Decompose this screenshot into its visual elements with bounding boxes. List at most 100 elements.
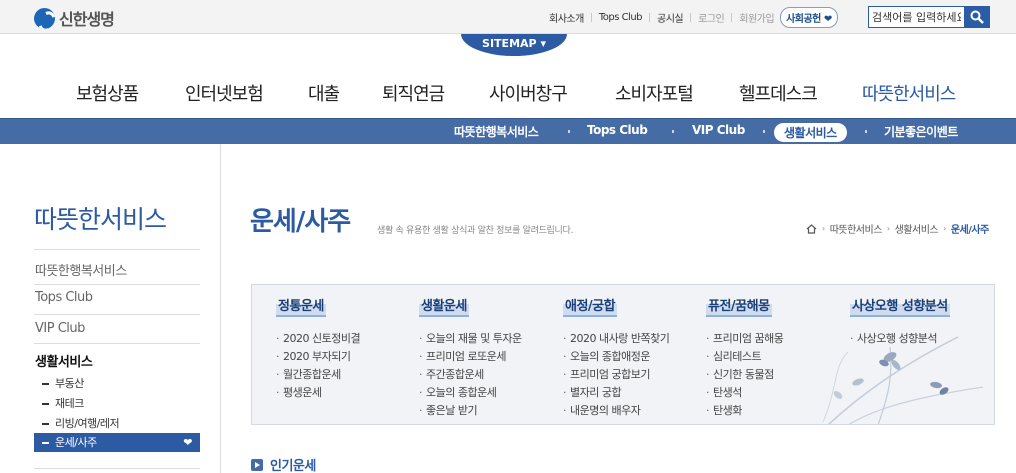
- dash-icon: [42, 423, 49, 425]
- divider: [568, 130, 570, 133]
- category-link[interactable]: 탄생화: [706, 402, 783, 420]
- gnb-item-internet-insurance[interactable]: 인터넷보험: [185, 80, 264, 106]
- lnb-divider: [34, 314, 200, 315]
- home-icon[interactable]: [806, 223, 817, 234]
- category-column: 퓨전/꿈해몽 프리미엄 꿈해몽 심리테스트 신기한 동물점 탄생석 탄생화: [706, 295, 784, 420]
- subnav-item-vip-club[interactable]: VIP Club: [692, 123, 745, 137]
- category-link[interactable]: 사상오행 성향분석: [850, 330, 950, 348]
- sub-navigation: 따뜻한행복서비스 Tops Club VIP Club 생활서비스 기분좋은이벤…: [0, 118, 1016, 144]
- lnb-sub-real-estate[interactable]: 부동산: [42, 375, 84, 391]
- category-link[interactable]: 프리미엄 꿈해몽: [706, 330, 784, 348]
- social-contribution-button[interactable]: 사회공헌 ❤: [780, 6, 838, 28]
- gnb-item-cyber-counter[interactable]: 사이버창구: [489, 80, 568, 106]
- gnb-item-help-desk[interactable]: 헬프데스크: [739, 80, 818, 106]
- lnb-title: 따뜻한서비스: [34, 205, 167, 234]
- chevron-right-icon: ›: [886, 224, 890, 233]
- subnav-item-life-service[interactable]: 생활서비스: [774, 123, 847, 142]
- search-input[interactable]: [868, 6, 965, 28]
- lnb-sub-label: 리빙/여행/레저: [55, 417, 120, 430]
- category-column: 애정/궁합 2020 내사랑 반쪽찾기 오늘의 종합애정운 프리미엄 궁합보기 …: [563, 295, 670, 420]
- category-title: 애정/궁합: [563, 295, 618, 317]
- breadcrumb-item[interactable]: 따뜻한서비스: [830, 221, 883, 236]
- dash-icon: [42, 383, 49, 385]
- category-column: 정통운세 2020 신토정비결 2020 부자되기 월간종합운세 평생운세: [276, 295, 361, 402]
- category-link[interactable]: 프리미엄 궁합보기: [563, 366, 669, 384]
- category-column: 사상오행 성향분석 사상오행 성향분석: [850, 295, 950, 348]
- util-link-company[interactable]: 회사소개: [549, 10, 584, 25]
- heart-icon: ❤: [823, 13, 832, 25]
- gnb-item-insurance[interactable]: 보험상품: [76, 80, 139, 106]
- popular-label: 인기운세: [270, 459, 316, 473]
- page-title: 운세/사주: [250, 207, 351, 237]
- shinhan-logo-icon: [34, 7, 55, 29]
- dash-icon: [42, 403, 49, 405]
- category-title: 생활운세: [419, 295, 469, 317]
- lnb-divider: [34, 284, 200, 285]
- category-link[interactable]: 내운명의 배우자: [563, 402, 669, 420]
- category-link[interactable]: 2020 내사랑 반쪽찾기: [563, 330, 670, 348]
- breadcrumb-item[interactable]: 생활서비스: [895, 221, 939, 236]
- divider: [690, 12, 692, 22]
- util-link-disclosure[interactable]: 공시실: [657, 10, 684, 25]
- lnb-divider: [34, 249, 200, 250]
- fortune-category-box: 정통운세 2020 신토정비결 2020 부자되기 월간종합운세 평생운세 생활…: [251, 284, 995, 425]
- gnb-item-warm-service[interactable]: 따뜻한서비스: [862, 80, 956, 106]
- lnb-item-happy-service[interactable]: 따뜻한행복서비스: [35, 260, 127, 279]
- category-link[interactable]: 오늘의 재물 및 투자운: [419, 330, 522, 348]
- category-link[interactable]: 평생운세: [276, 384, 360, 402]
- column-divider: [220, 144, 221, 473]
- search-button[interactable]: [964, 6, 990, 28]
- category-link[interactable]: 신기한 동물점: [706, 366, 783, 384]
- category-link[interactable]: 별자리 궁합: [563, 384, 669, 402]
- category-link[interactable]: 주간종합운세: [419, 366, 522, 384]
- lnb-item-vip-club[interactable]: VIP Club: [35, 321, 85, 336]
- subnav-item-tops-club[interactable]: Tops Club: [587, 123, 648, 137]
- category-link[interactable]: 2020 부자되기: [276, 348, 360, 366]
- heart-icon: ❤: [183, 436, 192, 449]
- category-link[interactable]: 좋은날 받기: [419, 402, 522, 420]
- divider: [672, 130, 674, 133]
- sitemap-label: SITEMAP: [482, 37, 537, 50]
- category-title: 정통운세: [276, 295, 326, 317]
- lnb-divider: [34, 343, 200, 344]
- play-square-icon: [251, 458, 263, 471]
- category-link[interactable]: 오늘의 종합애정운: [563, 348, 669, 366]
- util-link-tops-club[interactable]: Tops Club: [599, 12, 643, 23]
- logo[interactable]: 신한생명: [34, 6, 115, 30]
- lnb-sub-finance[interactable]: 재테크: [42, 395, 84, 411]
- category-column: 생활운세 오늘의 재물 및 투자운 프리미엄 로또운세 주간종합운세 오늘의 종…: [419, 295, 522, 420]
- divider: [590, 12, 592, 22]
- category-link[interactable]: 2020 신토정비결: [276, 330, 361, 348]
- category-title: 사상오행 성향분석: [850, 295, 950, 317]
- gnb-item-pension[interactable]: 퇴직연금: [382, 80, 445, 106]
- top-utility-bar: 신한생명 회사소개 Tops Club 공시실 로그인 회원가입 사회공헌 ❤: [0, 0, 1016, 34]
- lnb-sub-living-travel[interactable]: 리빙/여행/레저: [42, 415, 120, 431]
- divider: [763, 130, 765, 133]
- lnb-sub-fortune[interactable]: 운세/사주 ❤: [34, 433, 200, 452]
- utility-links: 회사소개 Tops Club 공시실 로그인 회원가입 사회공헌 ❤: [549, 0, 838, 34]
- lnb-sub-label: 재테크: [55, 397, 84, 410]
- sitemap-button[interactable]: SITEMAP ▾: [461, 34, 567, 56]
- breadcrumb: › 따뜻한서비스 › 생활서비스 › 운세/사주: [806, 221, 989, 236]
- category-link[interactable]: 오늘의 종합운세: [419, 384, 522, 402]
- category-link[interactable]: 월간종합운세: [276, 366, 360, 384]
- util-link-signup[interactable]: 회원가입: [739, 10, 774, 25]
- category-link[interactable]: 탄생석: [706, 384, 783, 402]
- subnav-item-events[interactable]: 기분좋은이벤트: [884, 123, 958, 140]
- divider: [649, 12, 651, 22]
- popular-fortune-heading: 인기운세: [251, 455, 316, 473]
- lnb-item-tops-club[interactable]: Tops Club: [35, 290, 93, 305]
- dash-icon: [42, 442, 49, 444]
- lnb-sub-label: 운세/사주: [55, 436, 97, 449]
- category-link[interactable]: 심리테스트: [706, 348, 783, 366]
- subnav-item-happy-service[interactable]: 따뜻한행복서비스: [454, 123, 539, 140]
- lnb-sub-label: 부동산: [55, 377, 84, 390]
- gnb-item-loan[interactable]: 대출: [308, 80, 340, 106]
- gnb-item-consumer-portal[interactable]: 소비자포털: [615, 80, 694, 106]
- logo-text: 신한생명: [59, 10, 115, 29]
- lnb-item-life-service[interactable]: 생활서비스: [35, 351, 93, 370]
- util-link-login[interactable]: 로그인: [698, 10, 725, 25]
- lnb-divider: [34, 468, 200, 469]
- divider: [731, 12, 733, 22]
- category-link[interactable]: 프리미엄 로또운세: [419, 348, 522, 366]
